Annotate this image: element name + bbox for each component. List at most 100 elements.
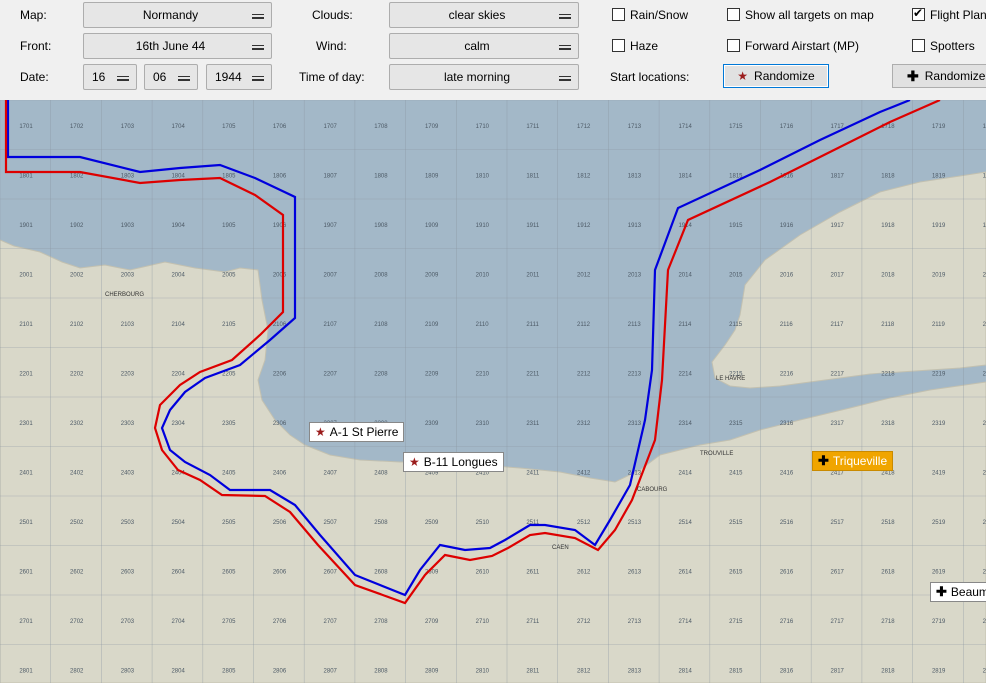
grid-sector-label: 1719	[932, 124, 946, 130]
grid-sector-label: 2710	[476, 619, 490, 625]
grid-sector-label: 2113	[628, 322, 642, 328]
grid-sector-label: 2601	[19, 570, 33, 576]
grid-sector-label: 2110	[476, 322, 490, 328]
grid-sector-label: 2520	[983, 520, 986, 526]
grid-sector-label: 2414	[678, 471, 692, 477]
grid-sector-label: 2303	[121, 421, 135, 427]
grid-sector-label: 2018	[881, 273, 895, 279]
grid-sector-label: 2809	[425, 669, 439, 675]
grid-sector-label: 2805	[222, 669, 236, 675]
grid-sector-label: 2301	[19, 421, 33, 427]
grid-sector-label: 2412	[577, 471, 591, 477]
month-select[interactable]: 06	[144, 64, 198, 90]
clouds-select[interactable]: clear skies	[389, 2, 579, 28]
map-canvas[interactable]: 1701 1702 1703 1704 1705 1706 1707 1708 1709 1710…	[0, 100, 986, 683]
show-all-targets-checkbox[interactable]	[727, 8, 740, 21]
grid-sector-label: 1712	[577, 124, 591, 130]
grid-sector-label: 2504	[171, 520, 185, 526]
grid-sector-label: 1919	[932, 223, 946, 229]
grid-sector-label: 1906	[273, 223, 287, 229]
grid-sector-label: 2101	[19, 322, 33, 328]
randomize-axis-start-button[interactable]: ★ Randomize	[723, 64, 829, 88]
haze-checkbox[interactable]	[612, 39, 625, 52]
grid-sector-label: 1810	[476, 174, 490, 180]
grid-sector-label: 1908	[374, 223, 388, 229]
grid-sector-label: 2119	[932, 322, 946, 328]
grid-sector-label: 2507	[324, 520, 338, 526]
grid-sector-label: 2019	[932, 273, 946, 279]
chevron-down-icon	[178, 76, 190, 81]
forward-airstart-checkbox[interactable]	[727, 39, 740, 52]
mission-settings-toolbar: Map: Normandy Front: 16th June 44 Date: …	[0, 0, 986, 100]
grid-sector-label: 2503	[121, 520, 135, 526]
grid-sector-label: 2501	[19, 520, 33, 526]
grid-sector-label: 2116	[780, 322, 794, 328]
grid-sector-label: 2516	[780, 520, 794, 526]
grid-sector-label: 2802	[70, 669, 84, 675]
grid-sector-label: 2209	[425, 372, 439, 378]
star-icon: ★	[737, 69, 749, 83]
grid-sector-label: 2109	[425, 322, 439, 328]
grid-sector-label: 2214	[678, 372, 692, 378]
grid-sector-label: 2808	[374, 669, 388, 675]
airfield-marker-beaum[interactable]: ✚ Beaum	[930, 582, 986, 602]
grid-sector-label: 2204	[171, 372, 185, 378]
map-select[interactable]: Normandy	[83, 2, 272, 28]
grid-sector-label: 1805	[222, 174, 236, 180]
front-select[interactable]: 16th June 44	[83, 33, 272, 59]
grid-sector-label: 2606	[273, 570, 287, 576]
grid-sector-label: 2806	[273, 669, 287, 675]
grid-sector-label: 2010	[476, 273, 490, 279]
grid-sector-label: 1819	[932, 174, 946, 180]
grid-sector-label: 2801	[19, 669, 33, 675]
clouds-select-value: clear skies	[448, 8, 506, 22]
grid-sector-label: 2615	[729, 570, 743, 576]
map-label: Map:	[20, 8, 47, 22]
time-of-day-label: Time of day:	[299, 70, 365, 84]
grid-sector-label: 2811	[526, 669, 540, 675]
grid-sector-label: 2707	[324, 619, 338, 625]
grid-sector-label: 1905	[222, 223, 236, 229]
grid-sector-label: 2603	[121, 570, 135, 576]
grid-sector-label: 2718	[881, 619, 895, 625]
grid-sector-label: 1911	[526, 223, 540, 229]
wind-select[interactable]: calm	[389, 33, 579, 59]
spotters-checkbox[interactable]	[912, 39, 925, 52]
month-select-value: 06	[153, 70, 167, 84]
grid-sector-label: 1820	[983, 174, 986, 180]
grid-sector-label: 1812	[577, 174, 591, 180]
year-select[interactable]: 1944	[206, 64, 272, 90]
normandy-map[interactable]: 1701 1702 1703 1704 1705 1706 1707 1708 1709 1710…	[0, 100, 986, 683]
town-label-cabourg: CABOURG	[637, 487, 668, 493]
airfield-marker-triqueville[interactable]: ✚ Triqueville	[812, 451, 894, 471]
airfield-name: Triqueville	[832, 454, 888, 468]
grid-sector-label: 2419	[932, 471, 946, 477]
grid-sector-label: 2616	[780, 570, 794, 576]
airfield-marker-a1-st-pierre[interactable]: ★ A-1 St Pierre	[309, 422, 405, 442]
airfield-marker-b11-longues[interactable]: ★ B-11 Longues	[403, 452, 504, 472]
grid-sector-label: 1711	[526, 124, 540, 130]
randomize-allied-start-button[interactable]: ✚ Randomize	[892, 64, 986, 88]
grid-sector-label: 2714	[678, 619, 692, 625]
town-label-caen: CAEN	[552, 545, 569, 551]
grid-sector-label: 2602	[70, 570, 84, 576]
airfield-name: B-11 Longues	[423, 455, 498, 469]
cross-icon: ✚	[907, 67, 919, 84]
grid-sector-label: 2510	[476, 520, 490, 526]
grid-sector-label: 1715	[729, 124, 743, 130]
grid-sector-label: 2709	[425, 619, 439, 625]
flight-plan-checkbox[interactable]	[912, 6, 925, 21]
grid-sector-label: 1912	[577, 223, 591, 229]
grid-sector-label: 2715	[729, 619, 743, 625]
grid-sector-label: 2313	[628, 421, 642, 427]
grid-sector-label: 2605	[222, 570, 236, 576]
day-select[interactable]: 16	[83, 64, 137, 90]
grid-sector-label: 2403	[121, 471, 135, 477]
grid-sector-label: 2418	[881, 471, 895, 477]
rain-snow-checkbox[interactable]	[612, 8, 625, 21]
chevron-down-icon	[559, 45, 571, 50]
time-of-day-select[interactable]: late morning	[389, 64, 579, 90]
grid-sector-label: 2206	[273, 372, 287, 378]
chevron-down-icon	[252, 14, 264, 19]
grid-sector-label: 1916	[780, 223, 794, 229]
